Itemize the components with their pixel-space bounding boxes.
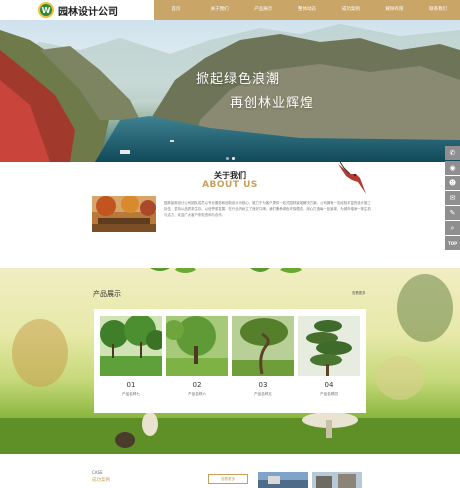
back-to-top-icon[interactable]: TOP xyxy=(445,236,460,250)
product-image xyxy=(232,316,294,376)
product-name: 产品名称五 xyxy=(254,392,272,396)
qq-icon[interactable]: ◉ xyxy=(445,161,460,175)
logo-text: 园林设计公司 xyxy=(58,6,118,18)
nav-item-contact[interactable]: 联系我们 xyxy=(416,0,460,20)
product-item[interactable]: 03 产品名称五 xyxy=(232,316,294,397)
banner-slogan-2: 再创林业辉煌 xyxy=(230,96,315,111)
about-image xyxy=(92,196,156,232)
floating-sidebar: ✆ ◉ ☻ ✉ ✎ ⌕ TOP xyxy=(445,146,460,251)
phone-icon[interactable]: ✆ xyxy=(445,146,460,160)
page: W 园林设计公司 首页 关于我们 产品展示 整体动态 成功案例 解除有限 联系我… xyxy=(0,0,460,488)
carousel-dot[interactable] xyxy=(226,157,229,160)
product-item[interactable]: 01 产品名称七 xyxy=(100,316,162,397)
nav-item-products[interactable]: 产品展示 xyxy=(241,0,285,20)
product-number: 03 xyxy=(258,381,268,389)
about-title-en: ABOUT US xyxy=(202,180,258,190)
header: W 园林设计公司 首页 关于我们 产品展示 整体动态 成功案例 解除有限 联系我… xyxy=(0,0,460,20)
product-number: 01 xyxy=(126,381,136,389)
product-image xyxy=(298,316,360,376)
case-thumbnail[interactable] xyxy=(258,472,308,488)
product-image xyxy=(100,316,162,376)
nav-item-news[interactable]: 整体动态 xyxy=(285,0,329,20)
product-name: 产品名称七 xyxy=(122,392,140,396)
nav-item-solutions[interactable]: 解除有限 xyxy=(373,0,417,20)
nav-item-about[interactable]: 关于我们 xyxy=(198,0,242,20)
product-number: 02 xyxy=(192,381,202,389)
products-card: 01 产品名称七 02 产品名称六 03 产品名称五 04 产品名称四 xyxy=(94,309,366,413)
product-number: 04 xyxy=(324,381,334,389)
products-title: 产品展示 xyxy=(93,290,121,298)
logo[interactable]: W 园林设计公司 xyxy=(38,2,118,18)
product-image xyxy=(166,316,228,376)
carousel-dots xyxy=(226,157,235,160)
case-thumbnail[interactable] xyxy=(312,472,362,488)
products-more-link[interactable]: 查看更多 xyxy=(352,290,366,295)
product-item[interactable]: 04 产品名称四 xyxy=(298,316,360,397)
about-description: 园林景观设计公司团队成员以专业服务和创新设计为核心，致力于为客户提供一站式园林景… xyxy=(164,201,371,217)
wechat-icon[interactable]: ✉ xyxy=(445,191,460,205)
edit-icon[interactable]: ✎ xyxy=(445,206,460,220)
product-item[interactable]: 02 产品名称六 xyxy=(166,316,228,397)
search-icon[interactable]: ⌕ xyxy=(445,221,460,235)
bird-icon xyxy=(338,161,366,194)
user-icon[interactable]: ☻ xyxy=(445,176,460,190)
case-more-button[interactable]: 查看更多 xyxy=(208,474,248,484)
case-title-en: CASE xyxy=(92,470,103,475)
logo-mark-icon: W xyxy=(38,2,54,18)
nav-item-home[interactable]: 首页 xyxy=(154,0,198,20)
hero-banner[interactable]: 掀起绿色浪潮 再创林业辉煌 xyxy=(0,20,460,162)
banner-slogan-1: 掀起绿色浪潮 xyxy=(196,72,281,87)
main-nav: 首页 关于我们 产品展示 整体动态 成功案例 解除有限 联系我们 xyxy=(154,0,460,20)
carousel-dot-active[interactable] xyxy=(232,157,235,160)
nav-item-cases[interactable]: 成功案例 xyxy=(329,0,373,20)
banner-landscape-image xyxy=(0,24,460,162)
product-name: 产品名称六 xyxy=(188,392,206,396)
case-title-cn: 成功案例 xyxy=(92,478,110,483)
product-name: 产品名称四 xyxy=(320,392,338,396)
